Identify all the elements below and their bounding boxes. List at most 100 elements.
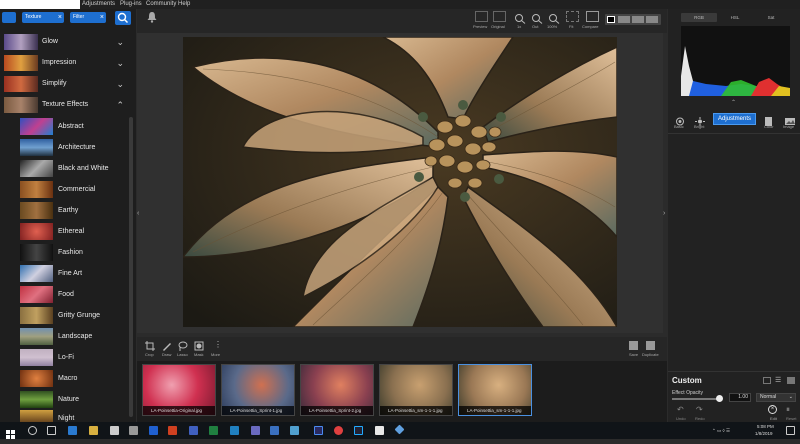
overlay-view-icon[interactable] (646, 16, 658, 23)
list-icon[interactable]: ☰ (775, 376, 781, 384)
close-icon[interactable]: × (100, 12, 104, 23)
menu-icon[interactable] (2, 12, 16, 23)
app-icon[interactable] (290, 426, 299, 435)
duplicate-icon[interactable] (646, 341, 655, 350)
adjustments-button[interactable]: Adjustments (713, 113, 756, 125)
taskbar-time[interactable]: 5:08 PM (757, 424, 774, 429)
blend-mode-select[interactable]: Normal ⌄ (756, 393, 796, 402)
mask-icon[interactable] (194, 341, 204, 351)
preset-commercial[interactable]: Commercial (0, 179, 130, 200)
menu-help[interactable]: Help (178, 0, 190, 9)
category-glow[interactable]: Glow ⌄ (0, 32, 130, 52)
excel-icon[interactable] (209, 426, 218, 435)
category-texture-effects[interactable]: Texture Effects ⌃ (0, 95, 130, 115)
side-view-icon[interactable] (632, 16, 644, 23)
delete-icon[interactable] (787, 377, 795, 384)
preset-black-and-white[interactable]: Black and White (0, 158, 130, 179)
preset-night[interactable]: Night (0, 408, 130, 422)
calculator-icon[interactable] (129, 426, 138, 435)
redo-icon[interactable]: ↷ (696, 405, 703, 414)
task-view-icon[interactable] (47, 426, 56, 435)
app-icon[interactable] (270, 426, 279, 435)
main-photo[interactable] (183, 37, 617, 327)
original-button[interactable] (493, 11, 506, 22)
filmstrip-thumbnail[interactable]: LA-Poinsettia_sm-1-1-1.jpg (379, 364, 453, 416)
bright-icon[interactable] (695, 113, 705, 126)
filmstrip-thumbnail[interactable]: LA-Poinsettia_Sprint-1.jpg (221, 364, 295, 416)
chevron-up-icon[interactable]: ⌃ (731, 99, 736, 106)
preset-gritty-grunge[interactable]: Gritty Grunge (0, 305, 130, 326)
search-chip-2[interactable]: Filter × (70, 12, 106, 23)
filmstrip-thumbnail[interactable]: LA-Poinsettia-Original.jpg (142, 364, 216, 416)
preset-fine-art[interactable]: Fine Art (0, 263, 130, 284)
edge-icon[interactable] (68, 426, 77, 435)
crop-icon[interactable] (145, 341, 155, 351)
zoom-in-button[interactable] (514, 11, 527, 24)
color-icon[interactable] (764, 113, 774, 126)
menu-plugins[interactable]: Plug-ins (120, 0, 142, 9)
app-icon[interactable] (375, 426, 384, 435)
layer-settings-icon[interactable] (763, 377, 771, 384)
preset-architecture[interactable]: Architecture (0, 137, 130, 158)
notifications-icon[interactable] (786, 426, 795, 435)
undo-icon[interactable]: ↶ (677, 405, 684, 414)
photoshop-icon[interactable] (354, 426, 363, 435)
tab-hsl[interactable]: HSL (717, 13, 753, 22)
lasso-icon[interactable] (178, 341, 188, 351)
preset-fashion[interactable]: Fashion (0, 242, 130, 263)
fit-button[interactable] (566, 11, 579, 22)
presets-scrollbar[interactable] (129, 117, 133, 417)
reset-icon[interactable]: ⏸ (786, 405, 790, 415)
word-icon[interactable] (149, 426, 158, 435)
preset-earthy[interactable]: Earthy (0, 200, 130, 221)
outlook-icon[interactable] (230, 426, 239, 435)
opacity-slider-track[interactable] (672, 398, 720, 400)
zoom-out-button[interactable] (531, 11, 544, 24)
search-button[interactable] (115, 11, 131, 25)
view-mode-toggle[interactable] (605, 14, 661, 25)
category-impression[interactable]: Impression ⌄ (0, 53, 130, 73)
menu-adjustments[interactable]: Adjustments (82, 0, 115, 9)
compare-button[interactable] (586, 11, 599, 22)
zoom-100-button[interactable] (548, 11, 561, 24)
preset-macro[interactable]: Macro (0, 368, 130, 389)
preset-food[interactable]: Food (0, 284, 130, 305)
opacity-value-field[interactable]: 1.00 (729, 393, 751, 402)
brush-icon[interactable] (162, 341, 172, 351)
chevron-right-icon[interactable]: › (663, 210, 665, 217)
category-simplify[interactable]: Simplify ⌄ (0, 74, 130, 94)
single-view-icon[interactable] (607, 16, 615, 23)
preset-landscape[interactable]: Landscape (0, 326, 130, 347)
split-view-icon[interactable] (618, 16, 630, 23)
lightroom-icon[interactable] (314, 426, 323, 435)
opacity-slider-handle[interactable] (716, 395, 723, 402)
tab-sat[interactable]: Sat (753, 13, 789, 22)
close-icon[interactable]: × (58, 12, 62, 23)
file-explorer-icon[interactable] (89, 426, 98, 435)
filmstrip-thumbnail[interactable]: LA-Poinsettia_Sprint-2.jpg (300, 364, 374, 416)
windows-start-icon[interactable] (6, 426, 15, 439)
preset-abstract[interactable]: Abstract (0, 116, 130, 137)
tray-icons[interactable]: ⌃ ▭ ◊ ☰ (712, 428, 730, 434)
store-icon[interactable] (110, 426, 119, 435)
close-icon[interactable]: × (768, 405, 777, 414)
save-icon[interactable] (629, 341, 638, 350)
onenote-icon[interactable] (189, 426, 198, 435)
image-icon[interactable] (785, 113, 795, 125)
preview-button[interactable] (475, 11, 488, 22)
cortana-icon[interactable] (28, 426, 37, 435)
taskbar-date[interactable]: 1/8/2019 (755, 431, 773, 436)
more-icon[interactable]: ⋮ (214, 340, 222, 349)
chevron-left-icon[interactable]: ‹ (137, 210, 139, 217)
menu-community[interactable]: Community (146, 0, 176, 9)
search-chip-1[interactable]: Texture × (22, 12, 64, 23)
tab-rgb[interactable]: RGB (681, 13, 717, 22)
preset-lo-fi[interactable]: Lo-Fi (0, 347, 130, 368)
basic-icon[interactable] (675, 113, 685, 126)
app-icon[interactable] (251, 426, 260, 435)
filmstrip-thumbnail-selected[interactable]: LA-Poinsettia_sm-1-1-1.jpg (458, 364, 532, 416)
powerpoint-icon[interactable] (168, 426, 177, 435)
app-icon[interactable] (334, 426, 343, 435)
preset-ethereal[interactable]: Ethereal (0, 221, 130, 242)
bell-icon[interactable] (146, 11, 158, 23)
